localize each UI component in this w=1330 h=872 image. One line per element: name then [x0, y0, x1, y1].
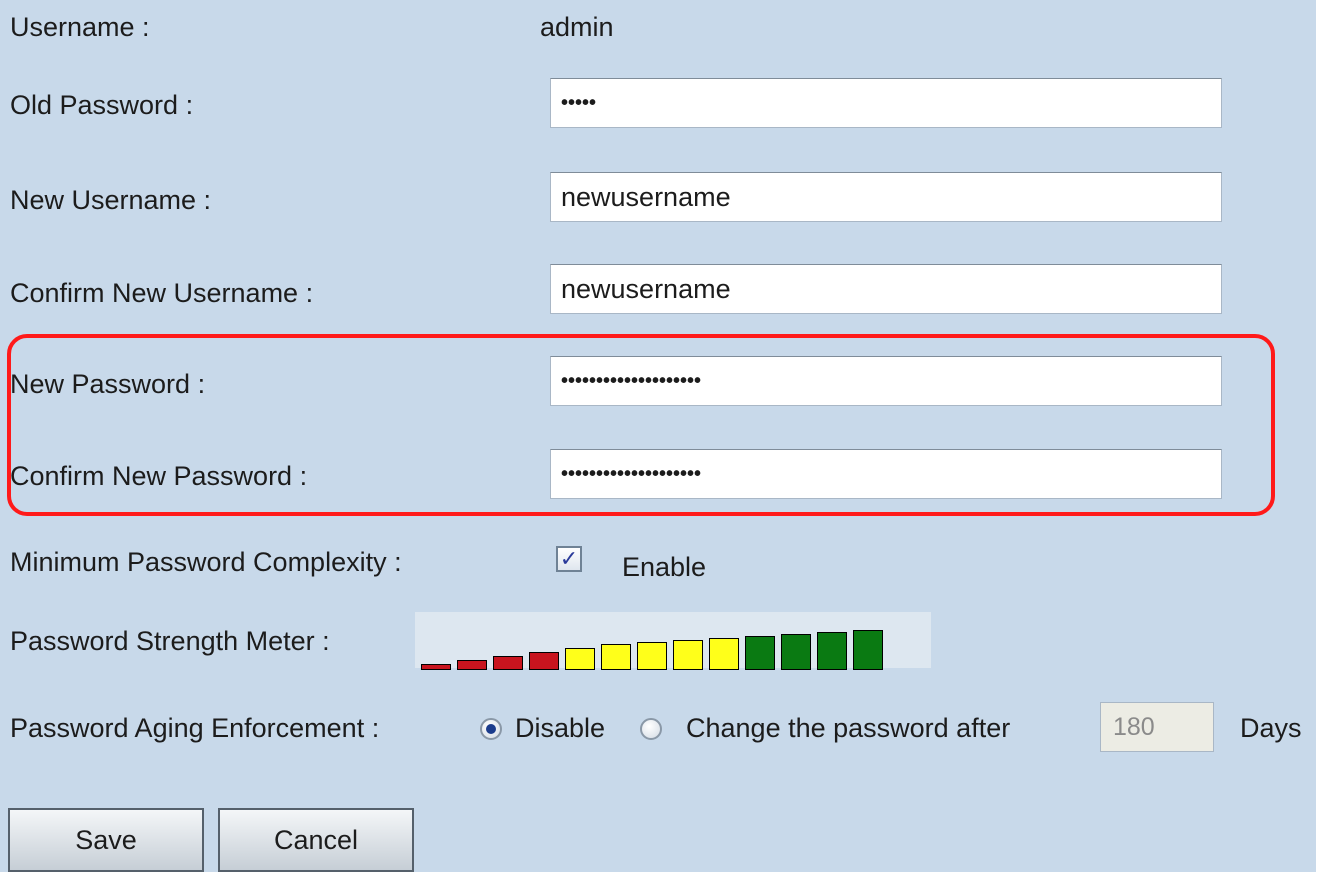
strength-segment-5 [565, 648, 595, 670]
strength-segment-13 [853, 630, 883, 670]
aging-change-radio[interactable] [640, 718, 662, 740]
min-complexity-label: Minimum Password Complexity : [10, 547, 402, 577]
strength-segment-12 [817, 632, 847, 670]
page-edge [1316, 0, 1330, 872]
new-username-input[interactable]: newusername [550, 172, 1222, 222]
username-value: admin [540, 12, 614, 42]
min-complexity-checkbox[interactable]: ✓ [556, 546, 582, 572]
confirm-new-password-label: Confirm New Password : [10, 461, 308, 491]
confirm-new-password-input[interactable]: •••••••••••••••••••• [550, 449, 1222, 499]
new-password-input[interactable]: •••••••••••••••••••• [550, 356, 1222, 406]
aging-disable-radio[interactable] [480, 718, 502, 740]
strength-segment-4 [529, 652, 559, 670]
strength-segment-2 [457, 660, 487, 670]
cancel-button[interactable]: Cancel [218, 808, 414, 872]
aging-disable-label: Disable [515, 713, 606, 743]
aging-change-label: Change the password after [686, 713, 1011, 743]
new-password-label: New Password : [10, 369, 206, 399]
strength-meter-label: Password Strength Meter : [10, 626, 330, 656]
save-button[interactable]: Save [8, 808, 204, 872]
strength-segment-8 [673, 640, 703, 670]
confirm-new-username-input[interactable]: newusername [550, 264, 1222, 314]
aging-days-input[interactable]: 180 [1100, 702, 1214, 752]
new-username-label: New Username : [10, 185, 212, 215]
strength-segment-10 [745, 636, 775, 670]
old-password-input[interactable]: ••••• [550, 78, 1222, 128]
password-settings-page: Username : admin Old Password : ••••• Ne… [0, 0, 1316, 872]
strength-segment-6 [601, 644, 631, 670]
confirm-new-username-label: Confirm New Username : [10, 278, 314, 308]
strength-meter [415, 612, 931, 670]
strength-segment-1 [421, 664, 451, 670]
strength-segment-7 [637, 642, 667, 670]
strength-segment-9 [709, 638, 739, 670]
strength-segment-3 [493, 656, 523, 670]
aging-days-unit: Days [1240, 713, 1302, 743]
aging-label: Password Aging Enforcement : [10, 713, 380, 743]
old-password-label: Old Password : [10, 90, 194, 120]
username-label: Username : [10, 12, 150, 42]
strength-segment-11 [781, 634, 811, 670]
min-complexity-enable-label: Enable [622, 552, 707, 582]
